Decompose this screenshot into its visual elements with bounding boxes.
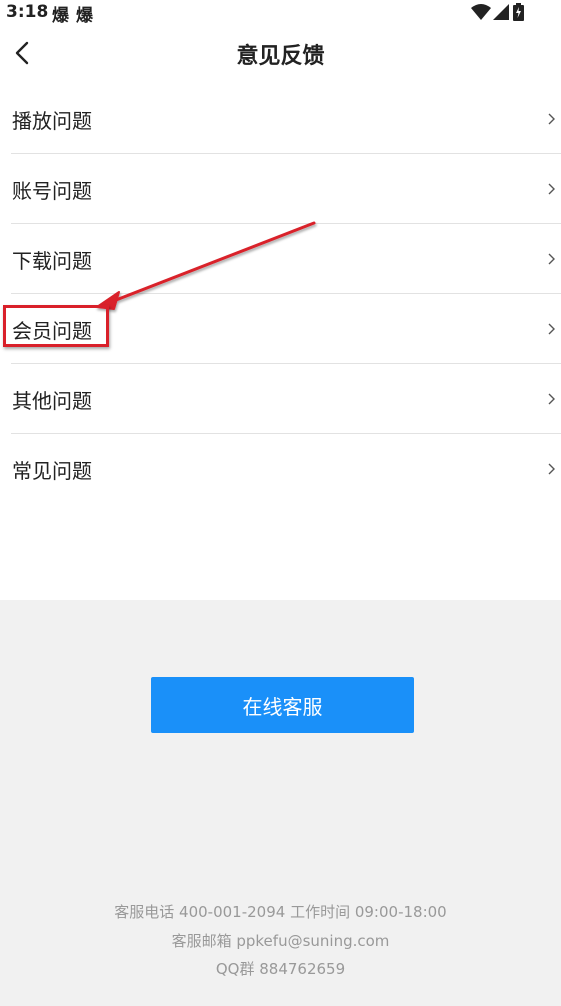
- menu-item-download[interactable]: 下载问题: [11, 224, 561, 294]
- online-service-button[interactable]: 在线客服: [151, 677, 414, 733]
- contact-section: 在线客服 客服电话 400-001-2094 工作时间 09:00-18:00 …: [0, 600, 561, 1006]
- menu-item-label: 账号问题: [12, 179, 92, 203]
- app-header: 意见反馈: [0, 26, 561, 82]
- chevron-right-icon: [548, 253, 555, 265]
- notification-icon: 爆: [52, 6, 69, 26]
- menu-item-other[interactable]: 其他问题: [11, 364, 561, 434]
- menu-item-label: 其他问题: [12, 389, 92, 413]
- wifi-icon: [471, 4, 491, 20]
- menu-item-playback[interactable]: 播放问题: [11, 84, 561, 154]
- email-line: 客服邮箱 ppkefu@suning.com: [171, 932, 390, 950]
- chevron-right-icon: [548, 463, 555, 475]
- qq-group-line: QQ群 884762659: [215, 960, 346, 978]
- chevron-right-icon: [548, 183, 555, 195]
- phone-line: 客服电话 400-001-2094 工作时间 09:00-18:00: [114, 903, 447, 921]
- status-time: 3:18: [6, 2, 49, 22]
- menu-item-label: 常见问题: [12, 459, 92, 483]
- status-icons: [471, 3, 541, 21]
- page-title: 意见反馈: [236, 44, 325, 69]
- menu-item-label: 下载问题: [12, 249, 92, 273]
- battery-charging-icon: [513, 3, 524, 21]
- menu-item-label: 播放问题: [12, 109, 92, 133]
- signal-icon: [493, 4, 509, 20]
- chevron-right-icon: [548, 323, 555, 335]
- menu-item-account[interactable]: 账号问题: [11, 154, 561, 224]
- status-bar: 3:18 爆 爆: [0, 0, 561, 26]
- chevron-right-icon: [548, 393, 555, 405]
- notification-icon: 爆: [76, 6, 93, 26]
- menu-item-membership[interactable]: 会员问题: [11, 294, 561, 364]
- menu-item-faq[interactable]: 常见问题: [11, 434, 561, 504]
- feedback-page: 3:18 爆 爆 意见反馈 播放问题 账号问题 下载问题 会员问题 其他问题 常…: [0, 0, 561, 1006]
- menu-item-label: 会员问题: [12, 319, 92, 343]
- feedback-category-list: 播放问题 账号问题 下载问题 会员问题 其他问题 常见问题: [0, 84, 561, 504]
- chevron-right-icon: [548, 113, 555, 125]
